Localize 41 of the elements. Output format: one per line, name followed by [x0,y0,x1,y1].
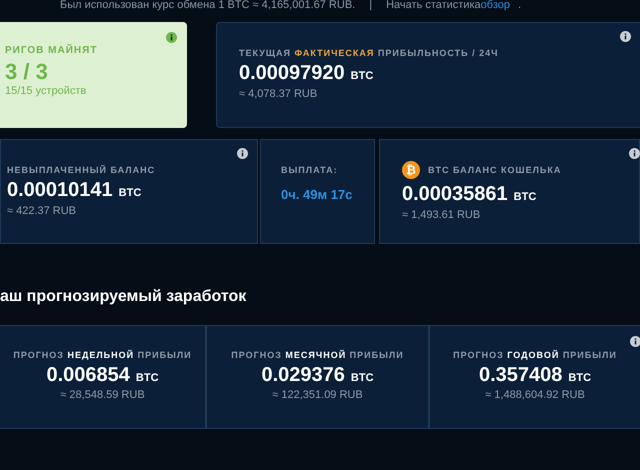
info-icon[interactable] [237,148,248,159]
payout-label: ВЫПЛАТА: [281,165,339,175]
info-icon[interactable] [620,31,631,42]
rub-amount: ≈ 1,493.61 RUB [402,209,482,221]
payout-timer: 0ч. 49м 17с [281,187,354,202]
profitability-label: ТЕКУЩАЯ ФАКТИЧЕСКАЯ ПРИБЫЛЬНОСТЬ / 24Ч [239,48,500,58]
info-icon[interactable] [630,336,640,347]
currency-unit: BTC [136,372,159,384]
section-heading: аш прогнозируемый заработок [0,288,248,307]
forecast-label: ПРОГНОЗ НЕДЕЛЬНОЙ ПРИБЫЛИ [12,350,193,360]
btc-amount: 0.357408 [478,364,562,387]
rigs-label: РИГОВ МАЙНЯТ [5,45,98,56]
exchange-rate-note: Был использован курс обмена 1 BTC ≈ 4,165,001.67 RUB. [60,0,356,12]
rub-amount: ≈ 28,548.59 RUB [59,389,146,401]
btc-amount: 0.00097920 [239,62,345,85]
bitcoin-icon: ₿ [402,161,420,179]
forecast-label: ПРОГНОЗ МЕСЯЧНОЙ ПРИБЫЛИ [230,350,405,360]
rub-amount: ≈ 1,488,604.92 RUB [484,389,586,401]
forecast-label: ПРОГНОЗ ГОДОВОЙ ПРИБЫЛИ [452,350,618,360]
devices-count: 15/15 устройств [5,85,88,97]
overview-link[interactable]: обзор [480,0,510,12]
currency-unit: BTC [514,191,536,203]
currency-unit: BTC [568,372,592,384]
rub-amount: ≈ 122,351.09 RUB [271,389,364,401]
currency-unit: BTC [350,372,374,384]
rigs-count: 3 / 3 [5,59,49,85]
info-icon[interactable] [166,32,177,43]
btc-amount: 0.00035861 [402,183,508,206]
period: . [518,0,522,12]
balance-label: НЕВЫПЛАЧЕННЫЙ БАЛАНС [7,165,156,175]
btc-amount: 0.029376 [261,364,345,387]
rub-amount: ≈ 4,078.37 RUB [239,88,318,100]
rub-amount: ≈ 422.37 RUB [7,205,78,217]
info-icon[interactable] [629,148,640,159]
separator: | [369,0,372,12]
stats-text: Начать статистика [386,0,481,12]
btc-amount: 0.00010141 [7,179,113,202]
btc-amount: 0.006854 [46,364,130,387]
balance-label: BTC БАЛАНС КОШЕЛЬКА [428,165,562,175]
currency-unit: BTC [118,187,142,199]
currency-unit: BTC [350,70,374,82]
